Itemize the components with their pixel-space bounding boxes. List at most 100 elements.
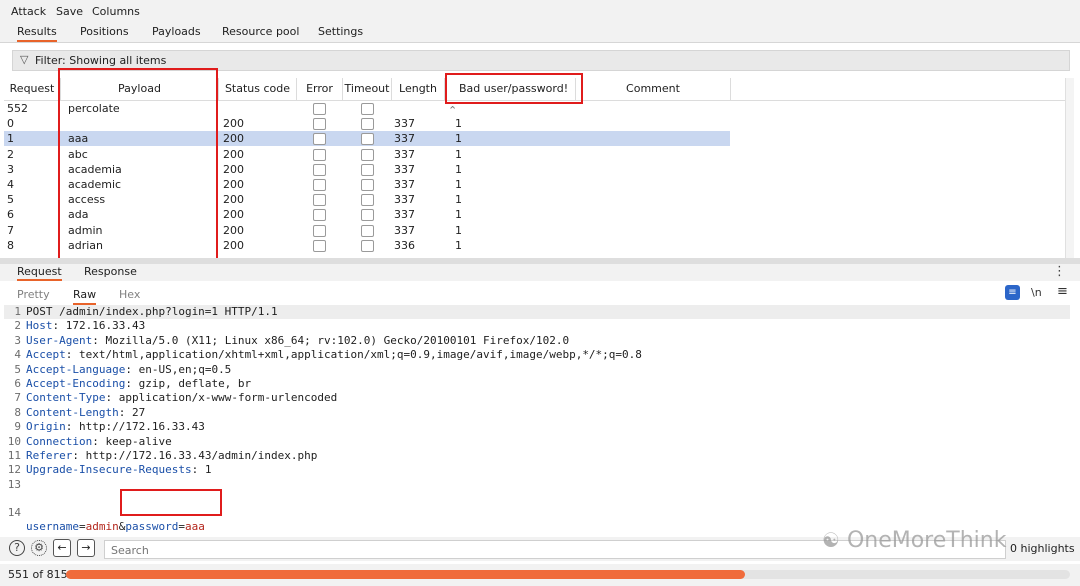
error-checkbox bbox=[313, 179, 326, 191]
tab-payloads[interactable]: Payloads bbox=[152, 25, 201, 38]
header-name: Connection bbox=[26, 434, 93, 448]
cell-request: 5 bbox=[7, 193, 14, 207]
header-name: Host bbox=[26, 319, 53, 333]
request-line: 9 Origin: http://172.16.33.43 bbox=[4, 420, 1070, 434]
line-content: Content-Length: 27 bbox=[26, 406, 145, 420]
help-icon[interactable]: ? bbox=[9, 540, 25, 556]
column-header-status-code[interactable]: Status code bbox=[219, 78, 297, 100]
cell-request: 0 bbox=[7, 117, 14, 131]
error-checkbox bbox=[313, 163, 326, 176]
param-value-username: admin bbox=[85, 520, 119, 534]
cell-length: 337 bbox=[394, 117, 415, 131]
line-number: 6 bbox=[14, 377, 21, 390]
tab-pretty[interactable]: Pretty bbox=[17, 288, 50, 301]
header-separator: : bbox=[105, 391, 119, 405]
line-number: 4 bbox=[14, 348, 21, 362]
show-newlines-toggle[interactable]: \n bbox=[1031, 286, 1042, 299]
header-name: Referer bbox=[26, 449, 73, 462]
cell-length: 337 bbox=[394, 178, 415, 191]
table-scrollbar[interactable] bbox=[1065, 78, 1074, 258]
header-value: POST /admin/index.php?login=1 HTTP/1.1 bbox=[26, 305, 278, 318]
line-content: Origin: http://172.16.33.43 bbox=[26, 420, 205, 434]
cell-status-code: 200 bbox=[223, 223, 244, 237]
cell-request: 4 bbox=[7, 178, 14, 191]
cell-length: 337 bbox=[394, 162, 415, 176]
annotation-payload-box bbox=[58, 68, 218, 262]
tab-response[interactable]: Response bbox=[84, 265, 137, 278]
header-name: User-Agent bbox=[26, 333, 93, 347]
request-line: 11 Referer: http://172.16.33.43/admin/ind… bbox=[4, 449, 1070, 463]
annotation-password-box bbox=[120, 489, 222, 516]
line-number: 12 bbox=[7, 463, 21, 477]
request-line: 12 Upgrade-Insecure-Requests: 1 bbox=[4, 463, 1070, 477]
tab-raw[interactable]: Raw bbox=[73, 288, 97, 305]
header-separator: : bbox=[125, 377, 139, 390]
column-header-request[interactable]: Request bbox=[4, 78, 61, 100]
column-header-length[interactable]: Length bbox=[392, 78, 445, 100]
attack-tabs: Results Positions Payloads Resource pool… bbox=[0, 24, 1080, 43]
error-checkbox bbox=[313, 133, 326, 146]
cell-length: 336 bbox=[394, 238, 415, 252]
error-checkbox bbox=[313, 209, 326, 222]
previous-match-button[interactable]: ← bbox=[53, 539, 71, 557]
wrap-lines-icon[interactable]: ≡ bbox=[1005, 285, 1020, 300]
cell-bad-user-password: 1 bbox=[455, 147, 462, 161]
header-value: 1 bbox=[204, 463, 212, 477]
line-number: 8 bbox=[14, 405, 21, 419]
line-number: 1 bbox=[14, 305, 21, 318]
cell-length: 337 bbox=[394, 193, 415, 207]
next-match-button[interactable]: → bbox=[77, 539, 95, 557]
cell-status-code: 200 bbox=[223, 117, 244, 131]
menu-attack[interactable]: Attack bbox=[11, 5, 46, 18]
line-content: Upgrade-Insecure-Requests: 1 bbox=[26, 463, 211, 477]
line-content: Accept-Encoding: gzip, deflate, br bbox=[26, 377, 251, 391]
column-header-error[interactable]: Error bbox=[297, 78, 343, 100]
header-name: Accept-Language bbox=[26, 362, 126, 376]
line-number: 2 bbox=[14, 319, 21, 333]
more-options-icon[interactable]: ⋮ bbox=[1053, 264, 1066, 279]
cell-request: 2 bbox=[7, 147, 14, 161]
header-value: 172.16.33.43 bbox=[65, 319, 146, 333]
highlights-count: 0 highlights bbox=[1010, 542, 1075, 555]
settings-gear-icon[interactable]: ⚙ bbox=[31, 540, 47, 556]
column-header-comment[interactable]: Comment bbox=[576, 78, 731, 100]
header-separator: : bbox=[191, 463, 205, 477]
tab-resource-pool[interactable]: Resource pool bbox=[222, 25, 299, 38]
error-checkbox bbox=[313, 148, 326, 161]
header-value: keep-alive bbox=[105, 434, 172, 448]
tab-results[interactable]: Results bbox=[17, 25, 57, 42]
header-name: Accept bbox=[26, 348, 66, 362]
request-line: 1 POST /admin/index.php?login=1 HTTP/1.1 bbox=[4, 305, 1070, 319]
editor-menu-icon[interactable]: ≡ bbox=[1057, 284, 1068, 299]
timeout-checkbox bbox=[361, 179, 374, 191]
timeout-checkbox bbox=[361, 224, 374, 237]
cell-request: 552 bbox=[7, 102, 28, 115]
timeout-checkbox bbox=[361, 209, 374, 222]
tab-positions[interactable]: Positions bbox=[80, 25, 129, 38]
progress-fill bbox=[66, 570, 745, 579]
line-content: POST /admin/index.php?login=1 HTTP/1.1 bbox=[26, 305, 278, 319]
progress-bar bbox=[66, 570, 1070, 579]
cell-status-code: 200 bbox=[223, 193, 244, 207]
line-content: User-Agent: Mozilla/5.0 (X11; Linux x86_… bbox=[26, 334, 569, 348]
column-header-timeout[interactable]: Timeout bbox=[343, 78, 392, 100]
filter-label: Filter: Showing all items bbox=[35, 54, 167, 67]
wechat-watermark: ☯ OneMoreThink bbox=[822, 528, 1006, 553]
filter-icon: ▽ bbox=[20, 53, 29, 66]
tab-hex[interactable]: Hex bbox=[119, 288, 140, 301]
menu-columns[interactable]: Columns bbox=[92, 5, 140, 18]
line-number: 10 bbox=[7, 434, 21, 448]
cell-status-code: 200 bbox=[223, 162, 244, 176]
view-tabs: Pretty Raw Hex ≡ \n ≡ bbox=[0, 283, 1080, 305]
error-checkbox bbox=[313, 224, 326, 237]
line-number: 13 bbox=[7, 477, 21, 491]
menu-save[interactable]: Save bbox=[56, 5, 83, 18]
tab-settings[interactable]: Settings bbox=[318, 25, 363, 38]
header-value: http://172.16.33.43 bbox=[79, 420, 205, 434]
tab-request[interactable]: Request bbox=[17, 265, 62, 281]
cell-bad-user-password: 1 bbox=[455, 208, 462, 222]
error-checkbox bbox=[313, 194, 326, 207]
message-tabs: Request Response ⋮ bbox=[0, 264, 1080, 281]
header-separator: : bbox=[92, 333, 106, 347]
request-line: 10 Connection: keep-alive bbox=[4, 435, 1070, 449]
